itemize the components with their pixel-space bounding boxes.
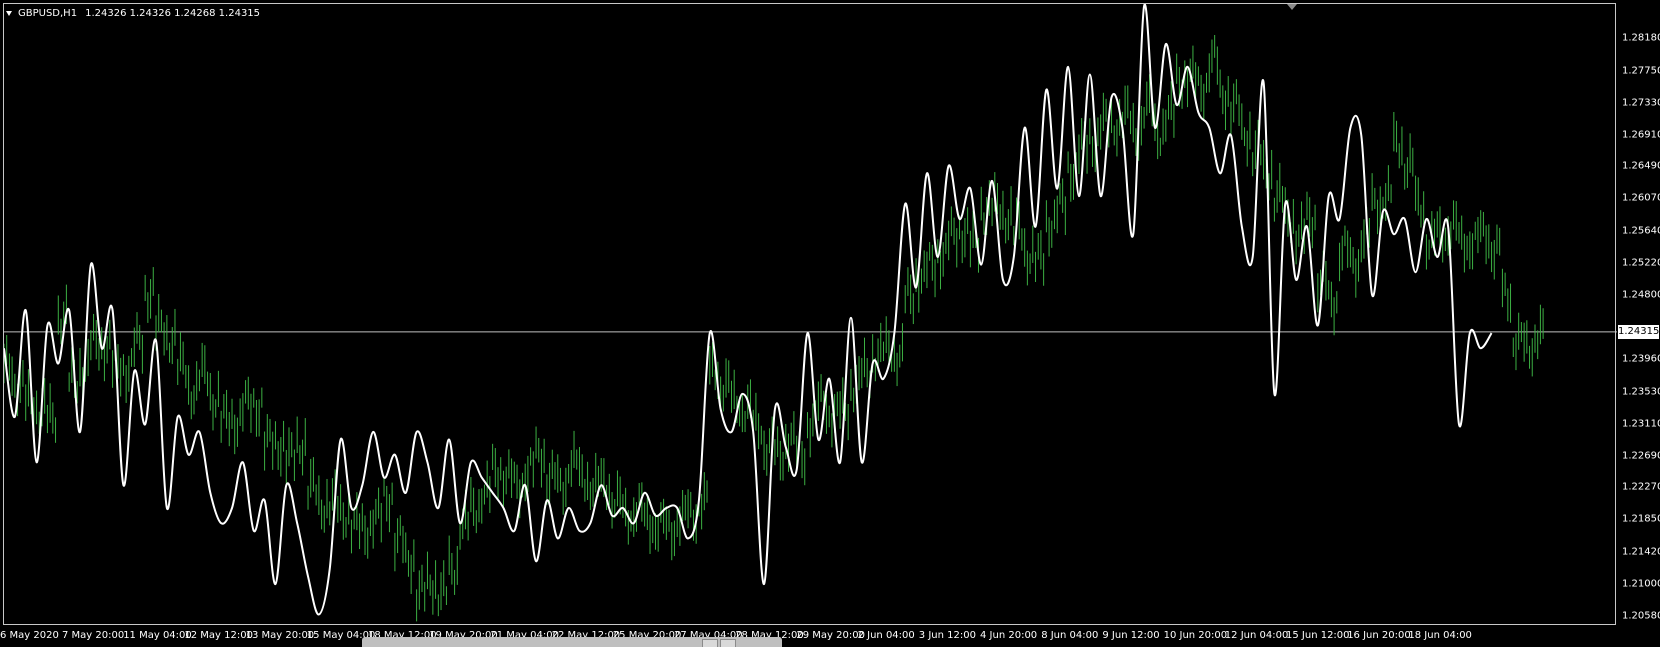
time-tick-label: 16 Jun 20:00 (1347, 630, 1411, 641)
price-tick-label: 1.26490 (1622, 160, 1660, 172)
price-tick-label: 1.27750 (1622, 65, 1660, 77)
price-tick-label: 1.21000 (1622, 578, 1660, 590)
time-tick-label: 4 Jun 20:00 (980, 630, 1038, 641)
symbol-header: GBPUSD,H1 1.24326 1.24326 1.24268 1.2431… (6, 6, 260, 20)
price-chart-svg (3, 3, 1617, 622)
price-tick-label: 1.27330 (1622, 97, 1660, 109)
price-tick-label: 1.23110 (1622, 418, 1660, 430)
time-tick-label: 18 Jun 04:00 (1408, 630, 1472, 641)
restore-button[interactable] (702, 639, 718, 647)
price-tick-label: 1.21850 (1622, 513, 1660, 525)
time-tick-label: 11 May 04:00 (123, 630, 192, 641)
price-bars (3, 34, 1544, 622)
time-tick-label: 9 Jun 12:00 (1102, 630, 1160, 641)
price-chart-plot[interactable] (0, 0, 1617, 626)
ohlc-values: 1.24326 1.24326 1.24268 1.24315 (85, 7, 261, 19)
indicator-line (3, 3, 1493, 616)
time-tick-label: 12 Jun 04:00 (1224, 630, 1289, 641)
chart-shift-marker-icon[interactable] (1287, 4, 1297, 10)
symbol-name: GBPUSD,H1 (18, 7, 78, 19)
minimized-window-bar[interactable] (362, 637, 782, 647)
chart-window[interactable]: GBPUSD,H1 1.24326 1.24326 1.24268 1.2431… (0, 0, 1660, 647)
price-tick-label: 1.20580 (1622, 610, 1660, 622)
price-tick-label: 1.26910 (1622, 129, 1660, 141)
time-tick-label: 13 May 20:00 (245, 630, 315, 641)
time-tick-label: 3 Jun 12:00 (918, 630, 976, 641)
price-tick-label: 1.22690 (1622, 450, 1660, 461)
time-tick-label: 15 Jun 12:00 (1286, 630, 1350, 641)
time-tick-label: 10 Jun 20:00 (1163, 630, 1228, 641)
time-tick-label: 8 Jun 04:00 (1041, 630, 1099, 641)
price-tick-label: 1.25220 (1622, 257, 1660, 269)
current-price-label: 1.24315 (1618, 324, 1660, 339)
price-tick-label: 1.28180 (1622, 32, 1660, 44)
time-tick-label: 7 May 20:00 (62, 630, 125, 641)
price-tick-label: 1.23960 (1622, 353, 1660, 365)
price-tick-label: 1.22270 (1622, 481, 1660, 493)
price-tick-label: 1.26070 (1622, 192, 1660, 204)
price-tick-label: 1.21420 (1622, 546, 1660, 558)
time-tick-label: 12 May 12:00 (184, 630, 253, 641)
time-tick-label: 6 May 2020 (0, 630, 59, 641)
price-tick-label: 1.24800 (1622, 289, 1660, 301)
time-tick-label: 2 Jun 04:00 (857, 630, 915, 641)
close-button[interactable] (720, 639, 736, 647)
price-tick-label: 1.23530 (1622, 386, 1660, 398)
price-tick-label: 1.25640 (1622, 225, 1660, 237)
time-tick-label: 29 May 20:00 (796, 630, 865, 641)
chevron-down-icon[interactable] (6, 10, 12, 16)
